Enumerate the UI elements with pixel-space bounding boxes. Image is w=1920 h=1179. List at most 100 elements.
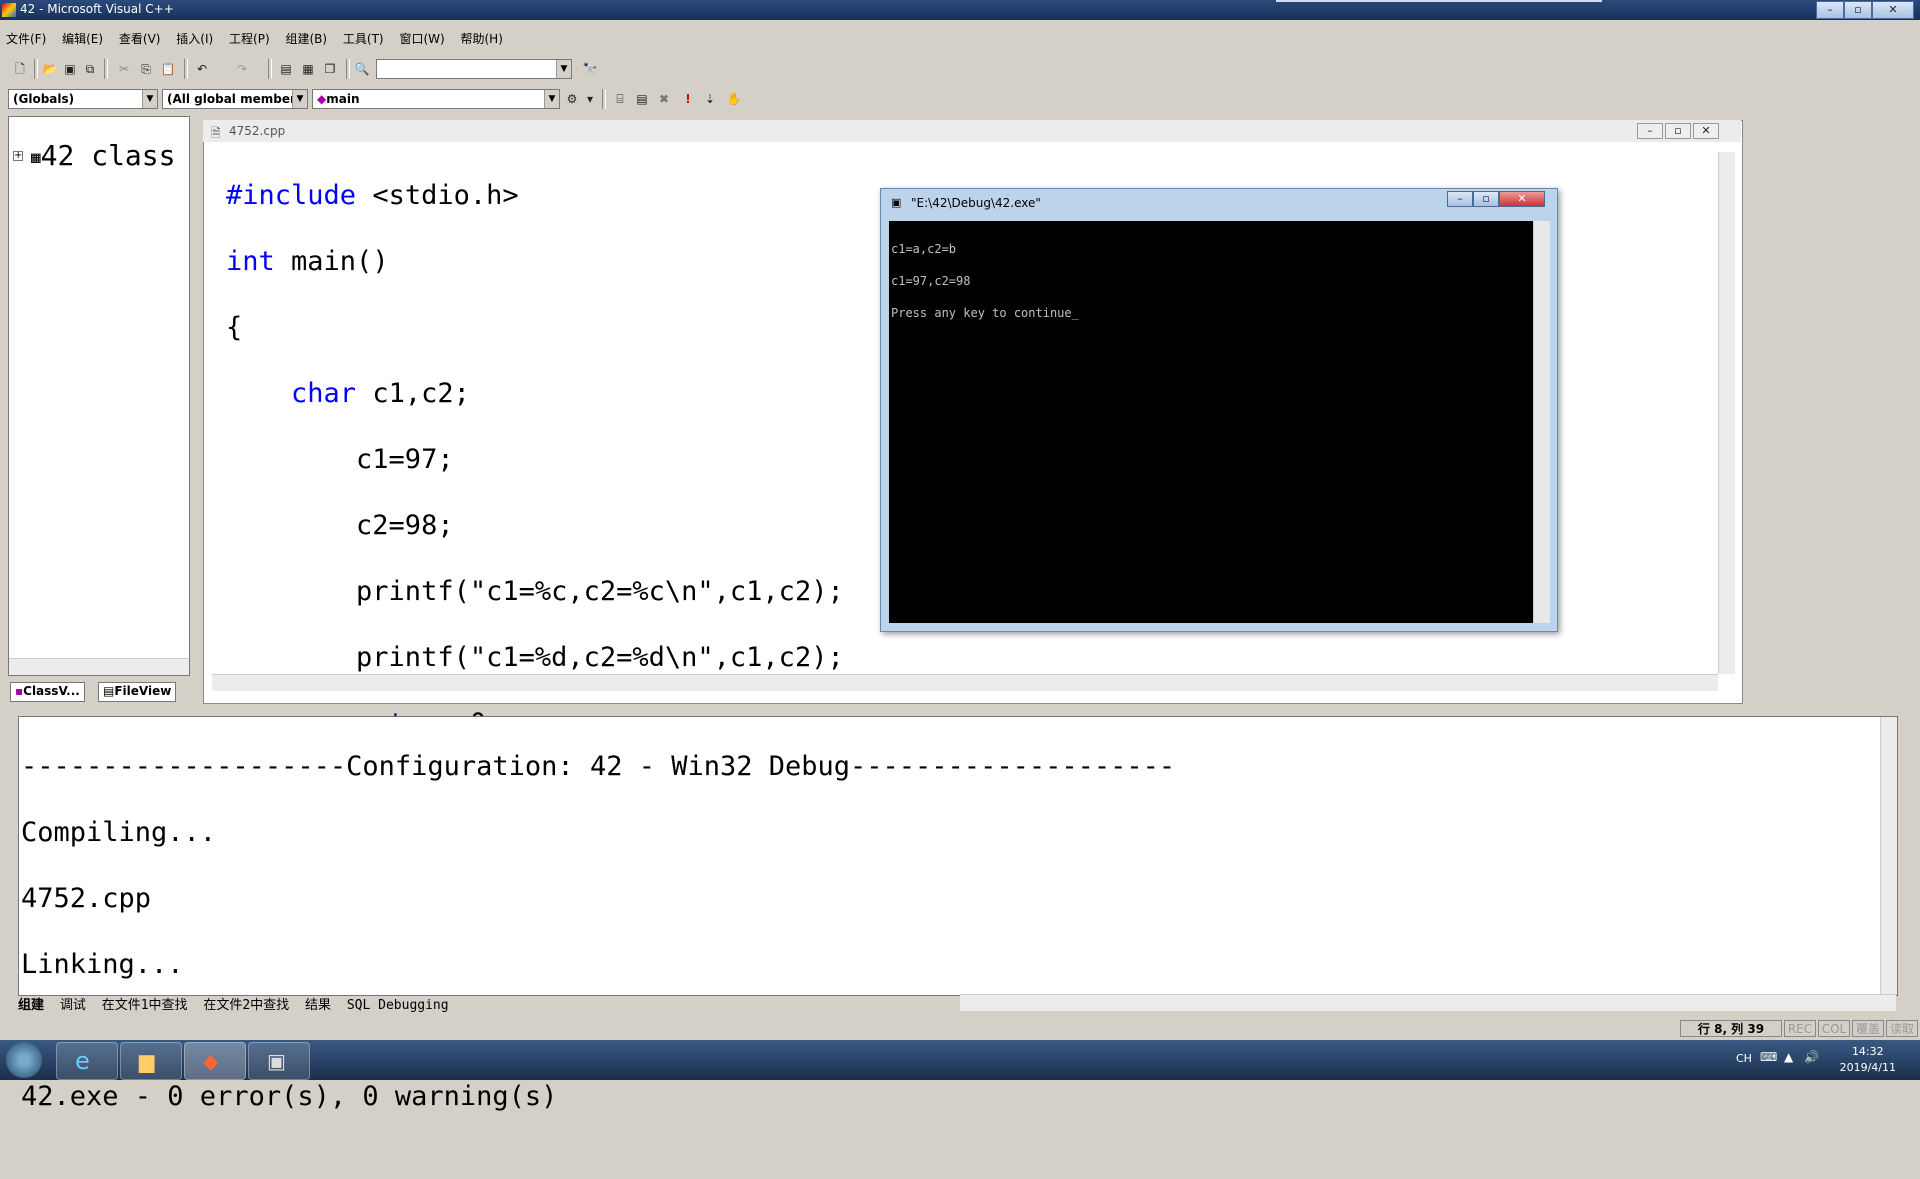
menu-edit[interactable]: 编辑(E) [56, 26, 109, 47]
save-icon[interactable]: ▣ [62, 61, 78, 77]
menu-tools[interactable]: 工具(T) [337, 26, 390, 47]
type-keyword: char [291, 378, 357, 409]
output-line: 4752.cpp [21, 883, 152, 914]
clock[interactable]: 14:32 2019/4/11 [1840, 1044, 1896, 1076]
class-tree-root[interactable]: ▦42 class [31, 139, 201, 172]
tab-debug[interactable]: 调试 [60, 998, 86, 1013]
console-output-area[interactable]: c1=a,c2=b c1=97,c2=98 Press any key to c… [889, 221, 1533, 623]
menu-help[interactable]: 帮助(H) [455, 26, 509, 47]
cut-icon[interactable]: ✂ [116, 61, 132, 77]
toolbar-separator [602, 89, 606, 109]
output-line: Compiling... [21, 817, 217, 848]
function-value: main [326, 92, 360, 106]
editor-titlebar: 🗎 4752.cpp – ▫ ✕ [203, 120, 1741, 142]
copy-icon[interactable]: ⎘ [138, 61, 154, 77]
tab-fileview[interactable]: ▤FileView [98, 682, 177, 702]
editor-close-button[interactable]: ✕ [1693, 123, 1719, 139]
tab-classview[interactable]: ▪ClassV... [10, 682, 85, 702]
console-close-button[interactable]: ✕ [1499, 191, 1545, 207]
go-icon[interactable]: ⇣ [702, 91, 718, 107]
close-button[interactable]: ✕ [1872, 1, 1914, 19]
console-vertical-scrollbar[interactable] [1533, 221, 1550, 623]
find-in-files-icon[interactable]: 🔍 [354, 61, 370, 77]
menu-view[interactable]: 查看(V) [113, 26, 167, 47]
editor-horizontal-scrollbar[interactable] [212, 674, 1718, 691]
workspace-icon[interactable]: ▤ [278, 61, 294, 77]
minimize-button[interactable]: – [1816, 1, 1844, 19]
folder-icon: ▆ [139, 1049, 155, 1073]
build-output: --------------------Configuration: 42 - … [21, 717, 1175, 1179]
tab-build[interactable]: 组建 [18, 998, 44, 1013]
chevron-down-icon[interactable]: ▼ [142, 90, 157, 108]
scope-combo[interactable]: (Globals) ▼ [8, 89, 158, 109]
execute-icon[interactable]: ! [680, 91, 696, 107]
output-line: Linking... [21, 949, 184, 980]
taskbar: e ▆ ◆ ▣ CH ⌨ ▲ 🔊 14:32 2019/4/11 [0, 1040, 1920, 1080]
output-horizontal-scrollbar[interactable] [960, 994, 1896, 1011]
tab-classview-label: ClassV... [23, 684, 80, 698]
volume-icon[interactable]: 🔊 [1804, 1050, 1819, 1064]
cpp-file-icon: 🗎 [211, 126, 221, 140]
code-line: char c1,c2; [291, 378, 470, 409]
undo-icon[interactable]: ↶ [194, 61, 210, 77]
rec-indicator: REC [1784, 1020, 1816, 1037]
tab-fileview-label: FileView [114, 684, 172, 698]
function-combo[interactable]: ◆main ▼ [312, 89, 560, 109]
output-line: 42.exe - 0 error(s), 0 warning(s) [21, 1081, 558, 1112]
background-window-edge [1276, 0, 1602, 2]
maximize-button[interactable]: ▫ [1844, 1, 1872, 19]
new-file-icon[interactable]: 🗋 [12, 61, 28, 77]
output-vertical-scrollbar[interactable] [1880, 717, 1897, 995]
tab-find-in-files-2[interactable]: 在文件2中查找 [203, 998, 289, 1013]
output-icon[interactable]: ▦ [300, 61, 316, 77]
taskbar-visual-cpp[interactable]: ◆ [184, 1042, 246, 1080]
console-minimize-button[interactable]: – [1447, 191, 1473, 207]
clock-date: 2019/4/11 [1839, 1061, 1896, 1074]
editor-vertical-scrollbar[interactable] [1718, 152, 1735, 674]
members-value: (All global members [167, 92, 304, 106]
redo-icon[interactable]: ↷ [234, 61, 250, 77]
tray-expand-icon[interactable]: ▲ [1784, 1050, 1793, 1064]
menu-insert[interactable]: 插入(I) [170, 26, 219, 47]
expand-icon[interactable]: + [13, 151, 23, 161]
editor-minimize-button[interactable]: – [1637, 123, 1663, 139]
breakpoint-icon[interactable]: ✋ [726, 91, 742, 107]
taskbar-ie[interactable]: e [56, 1042, 118, 1080]
find-icon[interactable]: 🔭 [582, 61, 598, 77]
console-maximize-button[interactable]: ▫ [1473, 191, 1499, 207]
find-combo[interactable]: ▼ [376, 59, 572, 79]
class-icon: ▦ [31, 147, 41, 167]
editor-restore-button[interactable]: ▫ [1665, 123, 1691, 139]
wizard-action-icon[interactable]: ⚙ [564, 91, 580, 107]
code-line: printf("c1=%d,c2=%d\n",c1,c2); [226, 642, 844, 673]
workspace-horizontal-scrollbar[interactable] [9, 658, 189, 675]
chevron-down-icon[interactable]: ▼ [292, 90, 307, 108]
members-combo[interactable]: (All global members ▼ [162, 89, 308, 109]
taskbar-console[interactable]: ▣ [248, 1042, 310, 1080]
tree-root-label: 42 class [40, 139, 176, 172]
menu-file[interactable]: 文件(F) [0, 26, 52, 47]
menu-project[interactable]: 工程(P) [223, 26, 276, 47]
start-button[interactable] [6, 1042, 42, 1078]
language-indicator[interactable]: CH [1736, 1052, 1752, 1065]
wizard-dropdown-icon[interactable]: ▾ [582, 91, 598, 107]
tab-sql-debugging[interactable]: SQL Debugging [347, 998, 449, 1013]
compile-icon[interactable]: ⌸ [612, 91, 628, 107]
title-bar: 42 - Microsoft Visual C++ – ▫ ✕ [0, 0, 1920, 20]
window-list-icon[interactable]: ❐ [322, 61, 338, 77]
tab-results[interactable]: 结果 [305, 998, 331, 1013]
chevron-down-icon[interactable]: ▼ [544, 90, 559, 108]
menu-build[interactable]: 组建(B) [279, 26, 333, 47]
build-icon[interactable]: ▤ [634, 91, 650, 107]
chevron-down-icon[interactable]: ▼ [556, 60, 571, 78]
paste-icon[interactable]: 📋 [160, 61, 176, 77]
fileview-icon: ▤ [103, 684, 115, 698]
include-target: <stdio.h> [372, 180, 519, 211]
tab-find-in-files-1[interactable]: 在文件1中查找 [102, 998, 188, 1013]
taskbar-explorer[interactable]: ▆ [120, 1042, 182, 1080]
save-all-icon[interactable]: ⧉ [82, 61, 98, 77]
keyboard-icon[interactable]: ⌨ [1760, 1050, 1777, 1064]
stop-build-icon[interactable]: ✖ [656, 91, 672, 107]
menu-window[interactable]: 窗口(W) [393, 26, 450, 47]
open-icon[interactable]: 📂 [42, 61, 58, 77]
